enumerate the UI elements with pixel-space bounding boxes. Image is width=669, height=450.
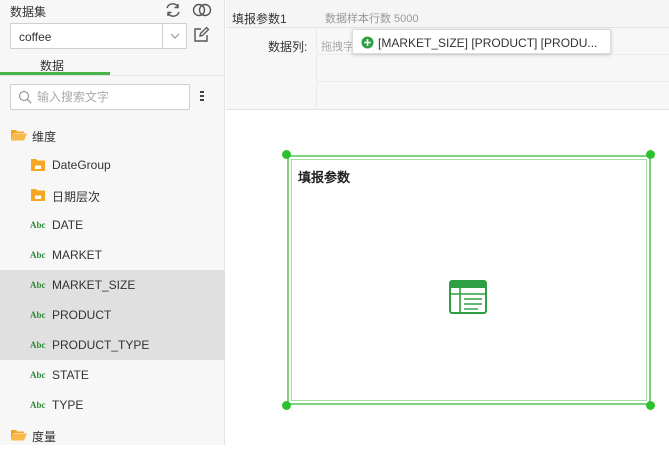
tree-label: 日期层次 bbox=[52, 190, 101, 204]
refresh-icon[interactable] bbox=[164, 2, 182, 18]
link-dataset-icon[interactable] bbox=[191, 2, 213, 18]
tree-label: 维度 bbox=[32, 130, 57, 144]
edit-icon[interactable] bbox=[192, 26, 210, 44]
tree-field-type[interactable]: Abc TYPE bbox=[0, 390, 225, 420]
search-icon bbox=[18, 90, 32, 104]
fill-param-component[interactable]: 填报参数 bbox=[287, 155, 651, 405]
tree-label: MARKET_SIZE bbox=[52, 278, 136, 292]
text-field-icon: Abc bbox=[30, 220, 46, 230]
resize-handle-bottom-right[interactable] bbox=[646, 401, 655, 410]
tree-label: TYPE bbox=[52, 398, 84, 412]
drop-row bbox=[316, 55, 669, 82]
dataset-select[interactable]: coffee bbox=[10, 23, 187, 49]
tab-divider bbox=[0, 75, 225, 76]
dataset-select-value: coffee bbox=[19, 30, 52, 44]
search-box bbox=[10, 84, 190, 110]
folder-open-icon bbox=[11, 130, 27, 141]
tree-field-product-type[interactable]: Abc PRODUCT_TYPE bbox=[0, 330, 225, 360]
component-name: 填报参数1 bbox=[232, 12, 287, 26]
sample-row-count: 数据样本行数 5000 bbox=[325, 13, 419, 25]
dataset-title: 数据集 bbox=[10, 5, 47, 19]
text-field-icon: Abc bbox=[30, 310, 46, 320]
text-field-icon: Abc bbox=[30, 400, 46, 410]
data-columns-panel: 数据列: 拖拽字 [MARKET_SIZE] [PRODUCT] [PRODU.… bbox=[226, 28, 669, 110]
tree-label: DateGroup bbox=[52, 158, 111, 172]
drop-placeholder: 拖拽字 bbox=[321, 41, 354, 53]
tree-field-product[interactable]: Abc PRODUCT bbox=[0, 300, 225, 330]
tree-folder-dimensions[interactable]: 维度 bbox=[0, 120, 225, 150]
more-options-icon[interactable] bbox=[198, 88, 206, 104]
design-canvas[interactable]: 填报参数 bbox=[226, 111, 669, 445]
chevron-down-icon[interactable] bbox=[162, 24, 186, 48]
date-folder-icon bbox=[31, 189, 45, 201]
tree-folder-measures[interactable]: 度量 bbox=[0, 420, 225, 450]
search-input[interactable] bbox=[37, 89, 185, 105]
folder-open-icon bbox=[11, 430, 27, 441]
tree-label: DATE bbox=[52, 218, 84, 232]
tree-label: MARKET bbox=[52, 248, 103, 262]
text-field-icon: Abc bbox=[30, 250, 46, 260]
tree-field-market-size[interactable]: Abc MARKET_SIZE bbox=[0, 270, 225, 300]
add-circle-icon bbox=[361, 36, 374, 49]
text-field-icon: Abc bbox=[30, 280, 46, 290]
resize-handle-bottom-left[interactable] bbox=[282, 401, 291, 410]
tree-folder-dategroup[interactable]: DateGroup bbox=[0, 150, 225, 180]
data-columns-label: 数据列: bbox=[268, 40, 308, 54]
tree-label: PRODUCT bbox=[52, 308, 112, 322]
table-icon bbox=[449, 280, 487, 314]
component-title: 填报参数 bbox=[298, 170, 351, 185]
resize-handle-top-left[interactable] bbox=[282, 150, 291, 159]
main-panel: 填报参数1 数据样本行数 5000 数据列: 拖拽字 [MARKET_SIZE]… bbox=[226, 0, 669, 445]
drop-row bbox=[316, 82, 669, 109]
resize-handle-top-right[interactable] bbox=[646, 150, 655, 159]
date-folder-icon bbox=[31, 159, 45, 171]
tree-field-date[interactable]: Abc DATE bbox=[0, 210, 225, 240]
text-field-icon: Abc bbox=[30, 340, 46, 350]
tree-label: STATE bbox=[52, 368, 89, 382]
tree-field-market[interactable]: Abc MARKET bbox=[0, 240, 225, 270]
tree-field-state[interactable]: Abc STATE bbox=[0, 360, 225, 390]
tree-label: 度量 bbox=[32, 430, 57, 444]
tree-label: PRODUCT_TYPE bbox=[52, 338, 150, 352]
left-panel: 数据集 coffee 数据 输入搜索文字 维度 DateGroup 日期层次 A… bbox=[0, 0, 225, 445]
text-field-icon: Abc bbox=[30, 370, 46, 380]
tree-folder-date-hierarchy[interactable]: 日期层次 bbox=[0, 180, 225, 210]
component-header: 填报参数1 数据样本行数 5000 bbox=[226, 0, 669, 28]
drag-chip-label: [MARKET_SIZE] [PRODUCT] [PRODU... bbox=[378, 36, 598, 50]
drag-field-chip[interactable]: [MARKET_SIZE] [PRODUCT] [PRODU... bbox=[352, 29, 611, 54]
